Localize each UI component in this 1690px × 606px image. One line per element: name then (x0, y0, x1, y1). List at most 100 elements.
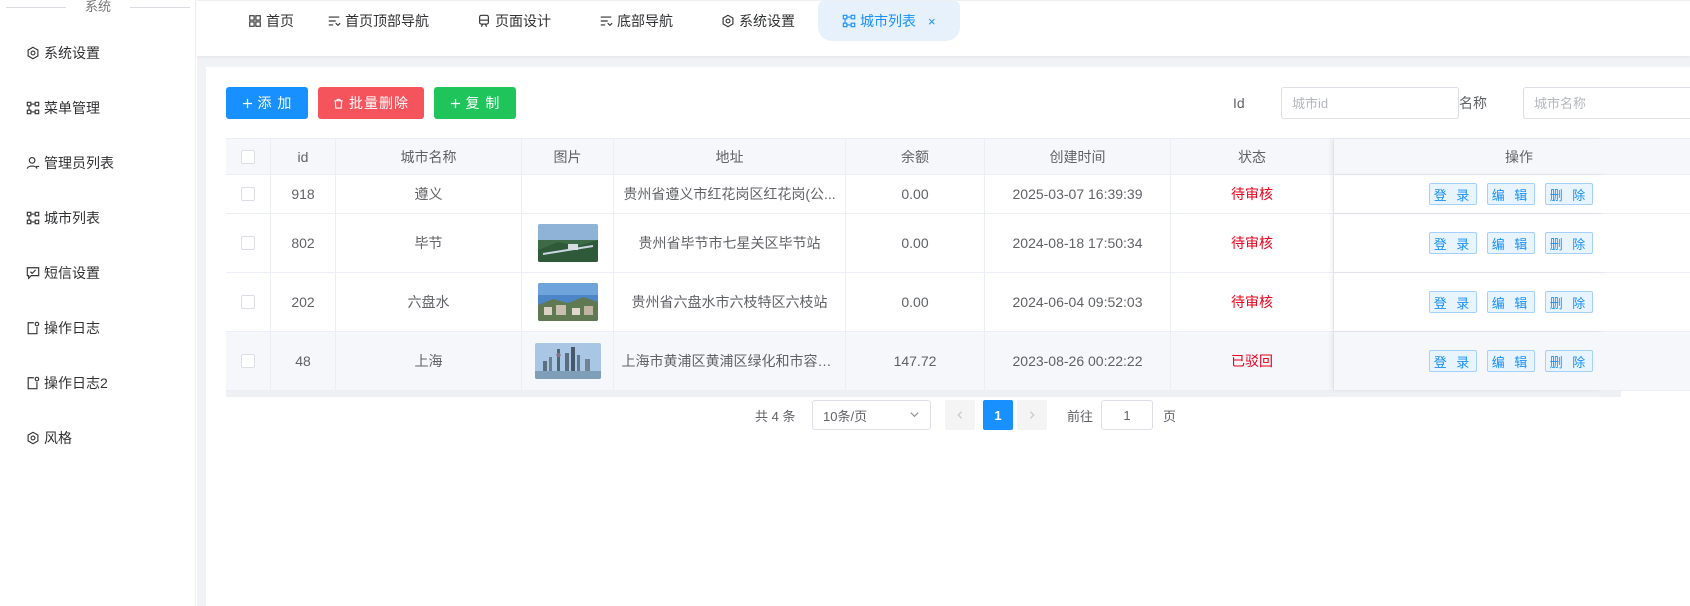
cell-balance: 0.00 (846, 273, 985, 331)
delete-button[interactable]: 删 除 (1545, 183, 1593, 205)
city-photo-thumbnail[interactable] (537, 283, 598, 321)
login-button[interactable]: 登 录 (1429, 183, 1477, 205)
edit-button[interactable]: 编 辑 (1487, 232, 1535, 254)
tab-label: 底部导航 (617, 13, 673, 29)
edit-button[interactable]: 编 辑 (1487, 183, 1535, 205)
cell-actions: 登 录 编 辑 删 除 (1334, 214, 1604, 272)
page-suffix-label: 页 (1163, 409, 1177, 424)
header-address: 地址 (614, 139, 846, 174)
sidebar-item-style[interactable]: 风格 (26, 427, 72, 449)
cell-created-time: 2023-08-26 00:22:22 (985, 332, 1171, 390)
cell-created-time: 2024-08-18 17:50:34 (985, 214, 1171, 272)
tab-label: 首页 (266, 13, 294, 29)
header-status: 状态 (1171, 139, 1334, 174)
chevron-left-icon (957, 411, 963, 419)
table-row: 202 六盘水 贵州省六盘水市六枝特区六枝站 0.00 2024-06-04 0… (226, 273, 1690, 332)
search-id-input[interactable] (1281, 87, 1459, 119)
actions-group: 登 录 编 辑 删 除 (1424, 183, 1598, 205)
address-text: 贵州省遵义市红花岗区红花岗(公... (623, 186, 836, 202)
cell-image (522, 273, 614, 331)
address-text: 贵州省六盘水市六枝特区六枝站 (631, 294, 828, 310)
login-button[interactable]: 登 录 (1429, 350, 1477, 372)
cell-id: 48 (271, 332, 336, 390)
skyline-photo-thumbnail[interactable] (534, 343, 601, 379)
cell-id: 202 (271, 273, 336, 331)
actions-group: 登 录 编 辑 删 除 (1424, 232, 1598, 254)
login-button[interactable]: 登 录 (1429, 232, 1477, 254)
goto-page-input[interactable] (1101, 400, 1153, 430)
cell-id: 802 (271, 214, 336, 272)
tab-system-settings[interactable]: 系统设置 (721, 1, 795, 41)
header-city-name: 城市名称 (336, 139, 522, 174)
address-text: 上海市黄浦区黄浦区绿化和市容管... (621, 353, 838, 369)
row-checkbox[interactable] (241, 295, 255, 309)
horizontal-scrollbar[interactable] (226, 391, 1621, 397)
chevron-down-icon (909, 408, 920, 423)
copy-button[interactable]: 复 制 (434, 87, 516, 119)
delete-button[interactable]: 删 除 (1545, 291, 1593, 313)
sidebar-item-label: 风格 (44, 430, 72, 446)
tab-city-list[interactable]: 城市列表 × (818, 1, 960, 41)
table-header-row: id 城市名称 图片 地址 余额 创建时间 状态 操作 (226, 139, 1690, 175)
page-size-select[interactable]: 10条/页 (812, 400, 931, 430)
tab-bottom-nav[interactable]: 底部导航 (599, 1, 673, 41)
document-icon (26, 376, 40, 390)
delete-button[interactable]: 删 除 (1545, 350, 1593, 372)
plus-icon (242, 98, 253, 109)
city-table: id 城市名称 图片 地址 余额 创建时间 状态 操作 918 遵义 贵州省遵义… (226, 138, 1690, 397)
city-photo-thumbnail[interactable] (537, 224, 598, 262)
sidebar-item-admin-list[interactable]: 管理员列表 (26, 152, 114, 174)
cell-actions: 登 录 编 辑 删 除 (1334, 332, 1604, 390)
row-checkbox-cell (226, 332, 271, 390)
document-icon (26, 321, 40, 335)
sidebar-item-sms-settings[interactable]: 短信设置 (26, 262, 100, 284)
sidebar-item-city-list[interactable]: 城市列表 (26, 207, 100, 229)
sidebar-item-label: 系统设置 (44, 45, 100, 61)
cell-city-name: 遵义 (336, 175, 522, 213)
cell-address: 上海市黄浦区黄浦区绿化和市容管... (614, 332, 846, 390)
row-checkbox[interactable] (241, 187, 255, 201)
page-number-current[interactable]: 1 (983, 400, 1013, 430)
row-checkbox[interactable] (241, 236, 255, 250)
grid-icon (248, 14, 262, 28)
header-created-time: 创建时间 (985, 139, 1171, 174)
select-all-checkbox[interactable] (241, 149, 255, 164)
batch-delete-button[interactable]: 批量删除 (318, 87, 424, 119)
sidebar-item-operation-log[interactable]: 操作日志 (26, 317, 100, 339)
login-button[interactable]: 登 录 (1429, 291, 1477, 313)
tab-label: 首页顶部导航 (345, 13, 429, 29)
table-row: 918 遵义 贵州省遵义市红花岗区红花岗(公... 0.00 2025-03-0… (226, 175, 1690, 214)
delete-button[interactable]: 删 除 (1545, 232, 1593, 254)
table-row: 48 上海 上海市黄浦区黄浦区绿化和市容管... 147.72 2023-08-… (226, 332, 1690, 391)
sidebar-item-label: 管理员列表 (44, 155, 114, 171)
header-balance: 余额 (846, 139, 985, 174)
actions-group: 登 录 编 辑 删 除 (1424, 291, 1598, 313)
header-actions-label: 操作 (1505, 148, 1533, 165)
batch-delete-label: 批量删除 (349, 95, 409, 111)
user-icon (26, 156, 40, 170)
cell-status: 待审核 (1171, 175, 1334, 213)
tab-home[interactable]: 首页 (248, 1, 294, 41)
cell-created-time: 2024-06-04 09:52:03 (985, 273, 1171, 331)
edit-button[interactable]: 编 辑 (1487, 291, 1535, 313)
add-button[interactable]: 添 加 (226, 87, 308, 119)
tab-home-top-nav[interactable]: 首页顶部导航 (327, 1, 429, 41)
next-page-button[interactable] (1017, 400, 1047, 430)
gear-hex-icon (721, 14, 735, 28)
prev-page-button[interactable] (945, 400, 975, 430)
tab-page-design[interactable]: 页面设计 (477, 1, 551, 41)
sidebar-item-label: 操作日志2 (44, 375, 108, 391)
trash-icon (333, 98, 344, 109)
edit-button[interactable]: 编 辑 (1487, 350, 1535, 372)
close-icon[interactable]: × (928, 14, 936, 29)
sidebar-item-operation-log-2[interactable]: 操作日志2 (26, 372, 108, 394)
sidebar-item-menu-management[interactable]: 菜单管理 (26, 97, 100, 119)
row-checkbox[interactable] (241, 354, 255, 368)
cell-created-time: 2025-03-07 16:39:39 (985, 175, 1171, 213)
cell-image (522, 214, 614, 272)
search-name-input[interactable] (1523, 87, 1690, 119)
sidebar-item-system-settings[interactable]: 系统设置 (26, 42, 100, 64)
list-nav-icon (327, 14, 341, 28)
header-id[interactable]: id (271, 139, 336, 174)
tab-label: 城市列表 (860, 13, 916, 29)
